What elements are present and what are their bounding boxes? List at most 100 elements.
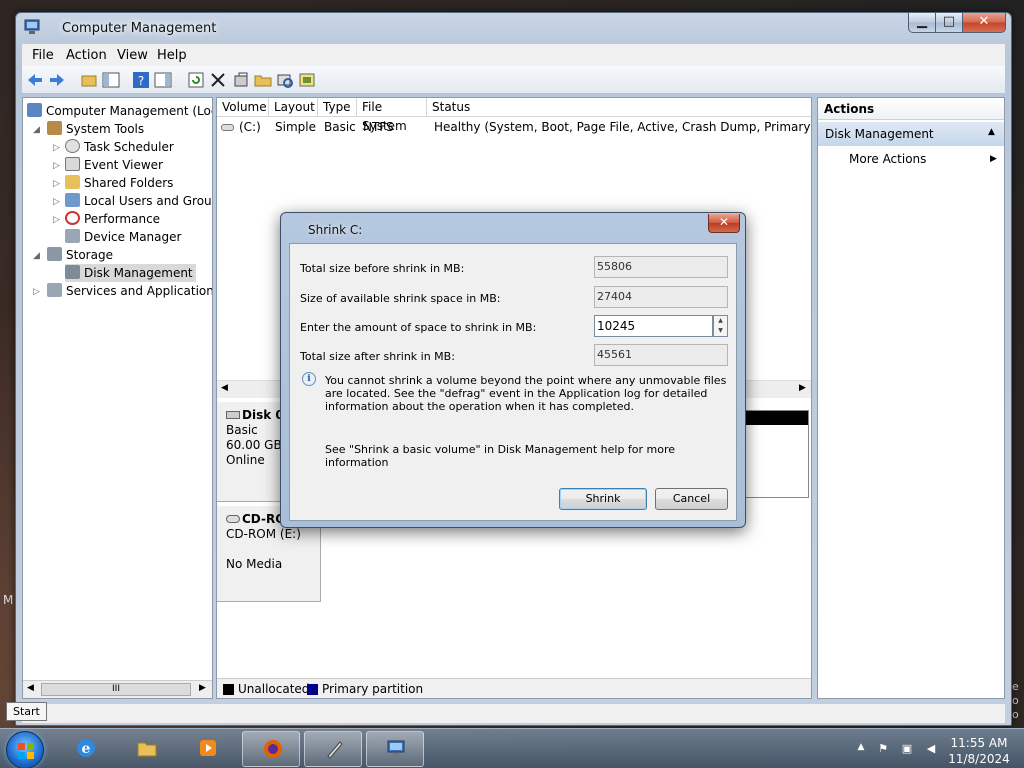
performance-icon	[65, 211, 80, 225]
rescan-icon[interactable]	[276, 71, 294, 89]
volume-muted-icon[interactable]: ◀	[924, 742, 938, 756]
tree-item-storage[interactable]: Storage	[47, 246, 113, 264]
close-button[interactable]: ✕	[962, 13, 1006, 33]
scroll-left-arrow-icon[interactable]: ◀	[221, 383, 228, 393]
storage-icon	[47, 247, 62, 261]
disk-settings-icon[interactable]	[298, 71, 316, 89]
legend-unallocated: Unallocated	[238, 682, 310, 696]
delete-icon[interactable]	[209, 71, 227, 89]
total-after-label: Total size after shrink in MB:	[300, 350, 455, 363]
tree-item-performance[interactable]: Performance	[65, 210, 160, 228]
tree-item-shared-folders[interactable]: Shared Folders	[65, 174, 173, 192]
firefox-icon	[264, 740, 282, 758]
menu-help[interactable]: Help	[157, 48, 187, 63]
tree-item-device-manager[interactable]: Device Manager	[65, 228, 181, 246]
unallocated-swatch	[223, 684, 234, 695]
clock[interactable]: 11:55 AM 11/8/2024	[948, 735, 1010, 767]
expand-arrow-icon[interactable]: ▷	[53, 215, 60, 225]
shrink-amount-input[interactable]	[594, 315, 713, 337]
scroll-thumb[interactable]: III	[41, 683, 191, 696]
show-hidden-icons-icon[interactable]: ▲	[854, 742, 868, 756]
back-arrow-icon[interactable]	[26, 71, 44, 89]
tree-item-services[interactable]: Services and Applications	[47, 282, 212, 300]
column-type[interactable]: Type	[318, 98, 357, 117]
clock-date: 11/8/2024	[948, 752, 1010, 766]
menu-action[interactable]: Action	[66, 48, 107, 63]
clock-time: 11:55 AM	[950, 736, 1008, 750]
minimize-button[interactable]: ▁	[908, 13, 936, 33]
title-bar[interactable]: Computer Management ▁ □ ✕	[16, 13, 1011, 43]
cdrom-icon	[226, 515, 240, 523]
dialog-close-button[interactable]: ✕	[708, 214, 740, 233]
refresh-icon[interactable]	[187, 71, 205, 89]
submenu-arrow-icon[interactable]: ▶	[990, 154, 997, 164]
volume-status: Healthy (System, Boot, Page File, Active…	[434, 120, 811, 134]
up-folder-icon[interactable]	[80, 71, 98, 89]
taskbar-file-explorer[interactable]	[117, 731, 175, 767]
menu-file[interactable]: File	[32, 48, 54, 63]
dialog-body: Total size before shrink in MB: 55806 Si…	[289, 243, 737, 521]
network-icon[interactable]: ▣	[900, 742, 914, 756]
menu-view[interactable]: View	[117, 48, 148, 63]
legend-primary: Primary partition	[322, 682, 424, 696]
open-folder-icon[interactable]	[254, 71, 272, 89]
services-icon	[47, 283, 62, 297]
flag-icon[interactable]: ⚑	[876, 742, 890, 756]
expand-arrow-icon[interactable]: ▷	[53, 179, 60, 189]
forward-arrow-icon[interactable]	[48, 71, 66, 89]
taskbar-media-player[interactable]	[178, 731, 236, 767]
tree-item-disk-management[interactable]: Disk Management	[65, 264, 196, 282]
help-icon[interactable]: ?	[132, 71, 150, 89]
show-hide-tree-icon[interactable]	[102, 71, 120, 89]
shrink-amount-stepper[interactable]: ▲ ▼	[713, 315, 728, 337]
total-before-label: Total size before shrink in MB:	[300, 262, 465, 275]
column-volume[interactable]: Volume	[217, 98, 269, 117]
rocket-icon	[327, 741, 343, 759]
cdrom-type: CD-ROM (E:)	[226, 527, 301, 541]
taskbar-firefox[interactable]	[242, 731, 300, 767]
start-button[interactable]	[6, 731, 44, 768]
spin-down-icon[interactable]: ▼	[714, 326, 727, 336]
tree-item-task-scheduler[interactable]: Task Scheduler	[65, 138, 174, 156]
scroll-right-arrow-icon[interactable]: ▶	[199, 683, 206, 693]
collapse-triangle-icon[interactable]: ◢	[33, 125, 40, 135]
tree-item-local-users[interactable]: Local Users and Groups	[65, 192, 212, 210]
help-message: See "Shrink a basic volume" in Disk Mana…	[325, 443, 676, 469]
scroll-left-arrow-icon[interactable]: ◀	[27, 683, 34, 693]
actions-section-disk-management[interactable]: Disk Management ▲	[818, 122, 1004, 146]
expand-arrow-icon[interactable]: ▷	[53, 143, 60, 153]
tools-icon	[47, 121, 62, 135]
taskbar-computer-management[interactable]	[366, 731, 424, 767]
volume-file-system: NTFS	[363, 120, 394, 134]
shared-folder-icon	[65, 175, 80, 189]
column-file-system[interactable]: File System	[357, 98, 427, 133]
maximize-button[interactable]: □	[935, 13, 963, 33]
column-status[interactable]: Status	[427, 98, 811, 117]
expand-arrow-icon[interactable]: ▷	[33, 287, 40, 297]
volume-drive-icon	[221, 124, 234, 131]
computer-management-icon	[24, 19, 40, 34]
collapse-up-icon[interactable]: ▲	[988, 127, 995, 137]
expand-arrow-icon[interactable]: ▷	[53, 161, 60, 171]
scroll-right-arrow-icon[interactable]: ▶	[799, 383, 806, 393]
collapse-triangle-icon[interactable]: ◢	[33, 251, 40, 261]
taskbar-internet-explorer[interactable]: e	[56, 731, 114, 767]
expand-arrow-icon[interactable]: ▷	[53, 197, 60, 207]
cancel-button[interactable]: Cancel	[655, 488, 728, 510]
disk-icon	[226, 411, 240, 419]
column-layout[interactable]: Layout	[269, 98, 318, 117]
tree-item-computer-management[interactable]: Computer Management (Local	[27, 102, 212, 120]
tree-horizontal-scrollbar[interactable]: ◀ III ▶	[23, 680, 212, 698]
tree-item-event-viewer[interactable]: Event Viewer	[65, 156, 163, 174]
shrink-button[interactable]: Shrink	[559, 488, 647, 510]
svg-text:e: e	[82, 741, 91, 757]
users-icon	[65, 193, 80, 207]
tree-item-system-tools[interactable]: System Tools	[47, 120, 144, 138]
show-hide-action-pane-icon[interactable]	[154, 71, 172, 89]
cdrom-state: No Media	[226, 557, 283, 571]
computer-management-icon	[387, 740, 405, 757]
taskbar-app-rocket[interactable]	[304, 731, 362, 767]
more-actions-link[interactable]: More Actions	[849, 152, 926, 166]
properties-icon[interactable]	[232, 71, 250, 89]
spin-up-icon[interactable]: ▲	[714, 316, 727, 326]
